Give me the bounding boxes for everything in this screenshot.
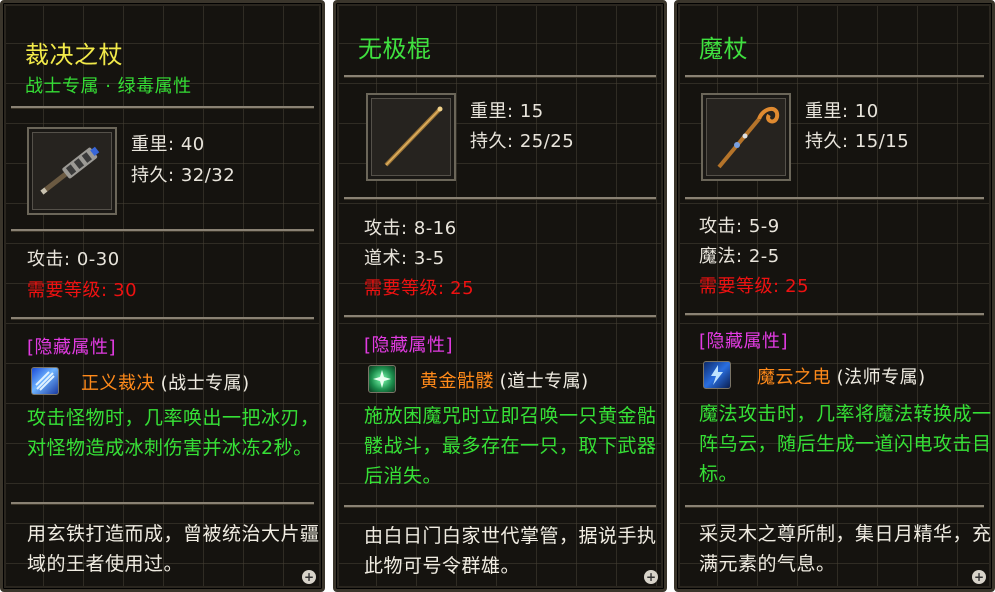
- stat-label: 攻击:: [27, 249, 71, 270]
- weight-label: 重里:: [470, 101, 514, 122]
- durability-label: 持久:: [470, 131, 514, 152]
- weight-label: 重里:: [805, 101, 849, 122]
- item-icon-slot[interactable]: [27, 127, 117, 215]
- skill-name: 魔云之电: [757, 367, 831, 388]
- durability-row: 持久: 32/32: [131, 161, 235, 187]
- divider: [344, 315, 656, 318]
- divider: [11, 229, 314, 232]
- skill-description: 魔法攻击时，几率将魔法转换成一阵乌云，随后生成一道闪电攻击目标。: [699, 403, 992, 485]
- stat-label: 攻击:: [699, 216, 743, 237]
- stat-label: 攻击:: [364, 218, 408, 239]
- taoism-row: 道术: 3-5: [364, 244, 445, 270]
- weight-row: 重里: 15: [470, 97, 544, 123]
- durability-value: 25/25: [519, 131, 575, 152]
- required-level-value: 30: [113, 280, 138, 301]
- required-level-row: 需要等级: 25: [699, 272, 809, 298]
- summon-skeleton-icon: [368, 365, 396, 393]
- weight-value: 40: [180, 134, 205, 155]
- required-level-row: 需要等级: 25: [364, 274, 474, 300]
- item-title: 魔杖: [699, 35, 748, 63]
- item-tooltip-panel: 魔杖 重里: 10 持久: 15/15 攻击: 5-9 魔法: 2-5 需要等级…: [674, 0, 995, 592]
- attack-row: 攻击: 0-30: [27, 245, 120, 271]
- required-level-row: 需要等级: 30: [27, 276, 137, 302]
- stat-value: 3-5: [413, 248, 445, 269]
- skill-description: 施放困魔咒时立即召唤一只黄金骷髅战斗，最多存在一只，取下武器后消失。: [364, 405, 657, 487]
- durability-row: 持久: 15/15: [805, 127, 909, 153]
- weight-row: 重里: 40: [131, 130, 205, 156]
- stat-value: 2-5: [748, 246, 780, 267]
- hidden-attributes-label: [隐藏属性]: [364, 335, 454, 356]
- divider: [344, 197, 656, 200]
- weight-label: 重里:: [131, 134, 175, 155]
- expand-icon[interactable]: +: [644, 570, 658, 584]
- divider: [11, 317, 314, 320]
- durability-value: 15/15: [854, 131, 910, 152]
- item-icon-slot[interactable]: [701, 93, 791, 181]
- skill-row: 魔云之电 (法师专属): [757, 363, 926, 389]
- lightning-cloud-icon: [703, 361, 731, 389]
- required-level-value: 25: [450, 278, 475, 299]
- skill-name: 正义裁决: [81, 373, 155, 394]
- skill-description: 攻击怪物时，几率唤出一把冰刃，对怪物造成冰刺伤害并冰冻2秒。: [27, 407, 320, 459]
- staff-icon: [372, 99, 450, 175]
- skill-row: 正义裁决 (战士专属): [81, 369, 250, 395]
- stat-label: 道术:: [364, 248, 408, 269]
- heavy-mace-icon: [33, 133, 111, 209]
- durability-value: 32/32: [180, 165, 236, 186]
- required-level-value: 25: [785, 276, 810, 297]
- magic-row: 魔法: 2-5: [699, 242, 780, 268]
- item-icon-slot[interactable]: [366, 93, 456, 181]
- item-tooltip-panel: 裁决之杖 战士专属 · 绿毒属性 重里: 40 持久: 32/32 攻击: 0-…: [0, 0, 325, 592]
- durability-label: 持久:: [131, 165, 175, 186]
- item-tooltip-panel: 无极棍 重里: 15 持久: 25/25 攻击: 8-16 道术: 3-5 需要…: [333, 0, 667, 592]
- divider: [11, 106, 314, 109]
- hidden-attributes-label: [隐藏属性]: [699, 331, 789, 352]
- divider: [344, 75, 656, 78]
- item-subtitle: 战士专属 · 绿毒属性: [25, 76, 192, 97]
- required-level-label: 需要等级:: [364, 278, 445, 299]
- hidden-attributes-label: [隐藏属性]: [27, 337, 117, 358]
- skill-class: (战士专属): [160, 373, 250, 394]
- item-title: 裁决之杖: [25, 41, 123, 69]
- expand-icon[interactable]: +: [972, 570, 986, 584]
- magic-wand-icon: [707, 99, 785, 175]
- lore-text: 由白日门白家世代掌管，据说手执此物可号令群雄。: [364, 525, 657, 577]
- divider: [685, 313, 984, 316]
- attack-row: 攻击: 5-9: [699, 212, 780, 238]
- skill-class: (法师专属): [836, 367, 926, 388]
- stat-label: 魔法:: [699, 246, 743, 267]
- lore-text: 采灵木之尊所制，集日月精华，充满元素的气息。: [699, 523, 992, 575]
- divider: [685, 505, 984, 508]
- skill-row: 黄金骷髅 (道士专属): [420, 367, 589, 393]
- required-level-label: 需要等级:: [699, 276, 780, 297]
- skill-name: 黄金骷髅: [420, 371, 494, 392]
- weight-row: 重里: 10: [805, 97, 879, 123]
- weight-value: 15: [519, 101, 544, 122]
- lore-text: 用玄铁打造而成，曾被统治大片疆域的王者使用过。: [27, 523, 320, 575]
- divider: [685, 75, 984, 78]
- item-title: 无极棍: [358, 35, 432, 63]
- stat-value: 5-9: [748, 216, 780, 237]
- stat-value: 8-16: [413, 218, 457, 239]
- ice-blade-icon: [31, 367, 59, 395]
- stat-value: 0-30: [76, 249, 120, 270]
- attack-row: 攻击: 8-16: [364, 214, 457, 240]
- divider: [344, 505, 656, 508]
- skill-class: (道士专属): [499, 371, 589, 392]
- divider: [11, 502, 314, 505]
- durability-row: 持久: 25/25: [470, 127, 574, 153]
- required-level-label: 需要等级:: [27, 280, 108, 301]
- durability-label: 持久:: [805, 131, 849, 152]
- divider: [685, 197, 984, 200]
- weight-value: 10: [854, 101, 879, 122]
- expand-icon[interactable]: +: [302, 570, 316, 584]
